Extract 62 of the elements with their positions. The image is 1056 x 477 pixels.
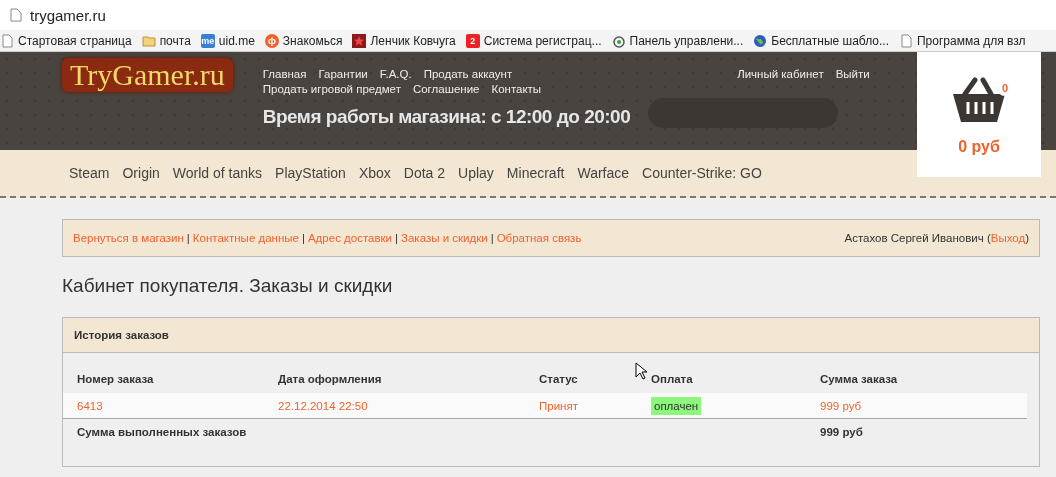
user-name-end: ) (1025, 232, 1029, 244)
page-icon (10, 8, 22, 22)
total-sum: 999 руб (820, 426, 864, 438)
category-link[interactable]: Xbox (358, 165, 391, 181)
column-header: Оплата (651, 373, 694, 385)
bookmark-link[interactable]: Ленчик Ковчуга (370, 33, 456, 48)
folder-icon (141, 33, 156, 48)
bookmark-link[interactable]: Панель управлени... (629, 33, 744, 48)
panel-title: История заказов (63, 318, 1039, 353)
basket-icon (951, 74, 1007, 124)
bookmark-badge-icon: 2 (465, 33, 480, 48)
bookmark-link[interactable]: Стартовая страница (18, 33, 132, 48)
category-link[interactable]: PlayStation (275, 165, 346, 181)
globe-icon (753, 33, 768, 48)
user-name: Астахов Сергей Иванович ( (844, 232, 991, 244)
header-link[interactable]: Продать аккаунт (423, 68, 513, 80)
separator: | (301, 232, 305, 244)
table-cell-text: 999 руб (820, 399, 863, 412)
header-link[interactable]: F.A.Q. (379, 68, 412, 80)
separator: | (395, 232, 399, 244)
header-link[interactable]: Продать игровой предмет (262, 83, 401, 95)
site-logo[interactable]: TryGamer.ru (62, 58, 233, 92)
category-link[interactable]: Counter-Strike: GO (642, 165, 762, 181)
table-cell-text: Принят (539, 399, 579, 412)
category-link[interactable]: World of tanks (172, 165, 263, 181)
header-link[interactable]: Главная (262, 68, 307, 80)
category-link[interactable]: Warface (577, 165, 630, 181)
bookmark-link[interactable]: почта (159, 33, 191, 48)
bookmark-link[interactable]: Программа для взл (916, 33, 1026, 48)
account-link[interactable]: Личный кабинет (737, 68, 824, 80)
cart-total: 0 руб (958, 138, 1000, 156)
table-cell-text: 22.12.2014 22:50 (278, 399, 369, 412)
category-link[interactable]: Minecraft (506, 165, 565, 181)
bookmark-link[interactable]: Система регистрац... (483, 33, 602, 48)
page-title: Кабинет покупателя. Заказы и скидки (62, 275, 394, 297)
address-text[interactable]: trygamer.ru (30, 6, 106, 24)
page-icon (898, 33, 913, 48)
bookmark-link[interactable]: Знакомься (282, 33, 343, 48)
category-link[interactable]: Dota 2 (403, 165, 446, 181)
column-header: Статус (539, 373, 579, 385)
star-icon (352, 33, 367, 48)
total-label: Сумма выполненных заказов (77, 426, 248, 438)
header-link[interactable]: Соглашение (412, 83, 480, 95)
column-header: Сумма заказа (820, 373, 899, 385)
cursor-icon (635, 362, 647, 380)
header-link[interactable]: Гарантии (318, 68, 368, 80)
payment-status: оплачен (651, 396, 702, 415)
separator: | (490, 232, 494, 244)
eye-icon (611, 33, 626, 48)
category-link[interactable]: Steam (69, 165, 110, 181)
category-link[interactable]: Uplay (458, 165, 494, 181)
bookmark-badge-icon: me (200, 33, 215, 48)
column-header: Номер заказа (77, 373, 155, 385)
header-link[interactable]: Контакты (491, 83, 542, 95)
category-link[interactable]: Origin (122, 165, 160, 181)
bookmark-link[interactable]: Бесплатные шабло... (771, 33, 889, 48)
separator: | (186, 232, 190, 244)
working-hours: Время работы магазина: с 12:00 до 20:00 (262, 106, 632, 128)
account-link[interactable]: Выйти (835, 68, 870, 80)
bookmark-link[interactable]: uid.me (218, 33, 255, 48)
bookmark-badge-icon: ф (264, 33, 279, 48)
column-header: Дата оформления (278, 373, 383, 385)
